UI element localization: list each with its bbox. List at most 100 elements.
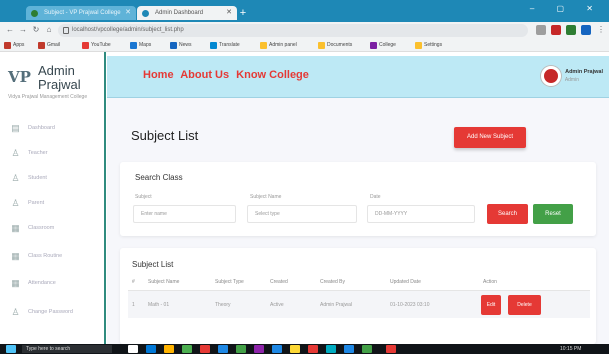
- search-card-title: Search Class: [135, 173, 183, 182]
- field-label: Subject: [135, 194, 152, 200]
- back-icon[interactable]: ←: [5, 25, 15, 35]
- app-icon[interactable]: [362, 345, 372, 353]
- sidebar-item-change-password[interactable]: ♙ Change Password: [0, 302, 104, 324]
- sidebar-item-dashboard[interactable]: ▤ Dashboard: [0, 118, 104, 140]
- field-label: Date: [370, 194, 381, 200]
- nav-link-home[interactable]: Home: [143, 69, 174, 81]
- bookmark-icon: [210, 42, 217, 49]
- taskbar-search[interactable]: Type here to search: [22, 345, 112, 353]
- bookmark-icon: [170, 42, 177, 49]
- forward-icon[interactable]: →: [18, 25, 28, 35]
- os-taskbar: Type here to search 10:15 PM: [0, 344, 609, 354]
- chrome-icon[interactable]: [182, 345, 192, 353]
- close-tab-icon[interactable]: ✕: [125, 6, 131, 20]
- table-cell: Math - 01: [148, 302, 170, 308]
- bookmark-item[interactable]: YouTube: [82, 41, 111, 50]
- lock-icon: [63, 27, 69, 34]
- nav-link-know-college[interactable]: Know College: [236, 69, 309, 81]
- table-cell: Active: [270, 302, 284, 308]
- edge-icon[interactable]: [146, 345, 156, 353]
- app-icon[interactable]: [290, 345, 300, 353]
- table-header: Subject Type: [215, 279, 244, 285]
- user-icon: ♙: [11, 148, 20, 158]
- close-tab-icon[interactable]: ✕: [226, 6, 232, 20]
- edit-button[interactable]: Edit: [481, 295, 501, 315]
- app-icon[interactable]: [236, 345, 246, 353]
- app-icon[interactable]: [200, 345, 210, 353]
- page-title: Subject List: [131, 128, 199, 143]
- app-icon[interactable]: [272, 345, 282, 353]
- table-cell: Theory: [215, 302, 231, 308]
- subject-input[interactable]: Enter name: [133, 205, 236, 223]
- favicon-icon: [31, 10, 38, 17]
- subject-name-select[interactable]: Select type: [247, 205, 357, 223]
- user-role: Admin: [564, 77, 579, 83]
- app-icon[interactable]: [344, 345, 354, 353]
- bookmark-item[interactable]: Gmail: [38, 41, 60, 50]
- taskbar-clock: 10:15 PM: [560, 346, 582, 352]
- sidebar-item-parent[interactable]: ♙ Parent: [0, 193, 104, 215]
- table-cell: Admin Prajwal: [320, 302, 352, 308]
- bookmark-item[interactable]: Documents: [318, 41, 352, 50]
- app-icon[interactable]: [218, 345, 228, 353]
- star-icon[interactable]: [536, 25, 546, 35]
- date-input[interactable]: DD-MM-YYYY: [367, 205, 475, 223]
- table-header: Created: [270, 279, 288, 285]
- bookmark-icon: [130, 42, 137, 49]
- reload-icon[interactable]: ↻: [31, 25, 41, 35]
- bookmark-item[interactable]: Settings: [415, 41, 442, 50]
- task-view-icon[interactable]: [128, 345, 138, 353]
- bookmark-item[interactable]: Admin panel: [260, 41, 297, 50]
- app-icon[interactable]: [326, 345, 336, 353]
- user-name[interactable]: Admin Prajwal: [565, 69, 603, 75]
- nav-link-about[interactable]: About Us: [180, 69, 229, 81]
- sidebar-item-class-routine[interactable]: ▦ Class Routine: [0, 246, 104, 268]
- reset-button[interactable]: Reset: [533, 204, 573, 224]
- windows-start-icon[interactable]: [6, 345, 16, 353]
- address-bar[interactable]: localhost/vpcollege/admin/subject_list.p…: [58, 24, 528, 37]
- menu-icon[interactable]: ⋮: [596, 25, 606, 35]
- bookmark-item[interactable]: Apps: [4, 41, 24, 50]
- grid-icon: ▦: [11, 251, 20, 261]
- app-icon[interactable]: [308, 345, 318, 353]
- table-header: Subject Name: [148, 279, 180, 285]
- window-controls[interactable]: – ▢ ✕: [530, 4, 603, 13]
- grid-icon: ▦: [11, 223, 20, 233]
- bookmark-item[interactable]: Translate: [210, 41, 240, 50]
- bookmark-item[interactable]: Maps: [130, 41, 151, 50]
- sidebar-item-attendance[interactable]: ▦ Attendance: [0, 273, 104, 295]
- table-header: #: [132, 279, 135, 285]
- delete-button[interactable]: Delete: [508, 295, 541, 315]
- top-nav: Home About Us Know College: [143, 69, 313, 81]
- bookmark-item[interactable]: College: [370, 41, 396, 50]
- add-subject-button[interactable]: Add New Subject: [454, 127, 526, 148]
- browser-tab-active[interactable]: Admin Dashboard ✕: [137, 6, 237, 20]
- app-icon[interactable]: [386, 345, 396, 353]
- sidebar-item-student[interactable]: ♙ Student: [0, 168, 104, 190]
- tab-title: Subject - VP Prajwal College: [44, 10, 121, 16]
- app-icon[interactable]: [254, 345, 264, 353]
- apps-icon: [4, 42, 11, 49]
- home-icon[interactable]: ⌂: [44, 25, 54, 35]
- browser-toolbar: ← → ↻ ⌂ localhost/vpcollege/admin/subjec…: [0, 22, 609, 39]
- table-cell: 01-10-2023 03:10: [390, 302, 430, 308]
- new-tab-button[interactable]: +: [237, 7, 249, 19]
- brand-title: Admin: [38, 63, 75, 78]
- user-icon: ♙: [11, 173, 20, 183]
- avatar[interactable]: [541, 66, 561, 86]
- table-header: Updated Date: [390, 279, 421, 285]
- bookmark-item[interactable]: News: [170, 41, 192, 50]
- top-navbar: Home About Us Know College Admin Prajwal…: [107, 56, 609, 98]
- search-button[interactable]: Search: [487, 204, 528, 224]
- favicon-icon: [142, 10, 149, 17]
- table-cell: 1: [132, 302, 135, 308]
- profile-icon[interactable]: [581, 25, 591, 35]
- sidebar-item-teacher[interactable]: ♙ Teacher: [0, 143, 104, 165]
- extension-icon[interactable]: [566, 25, 576, 35]
- sidebar-item-classroom[interactable]: ▦ Classroom: [0, 218, 104, 240]
- file-explorer-icon[interactable]: [164, 345, 174, 353]
- browser-tab[interactable]: Subject - VP Prajwal College ✕: [26, 6, 136, 20]
- bookmark-icon: [370, 42, 377, 49]
- tab-title: Admin Dashboard: [155, 10, 204, 16]
- extension-icon[interactable]: [551, 25, 561, 35]
